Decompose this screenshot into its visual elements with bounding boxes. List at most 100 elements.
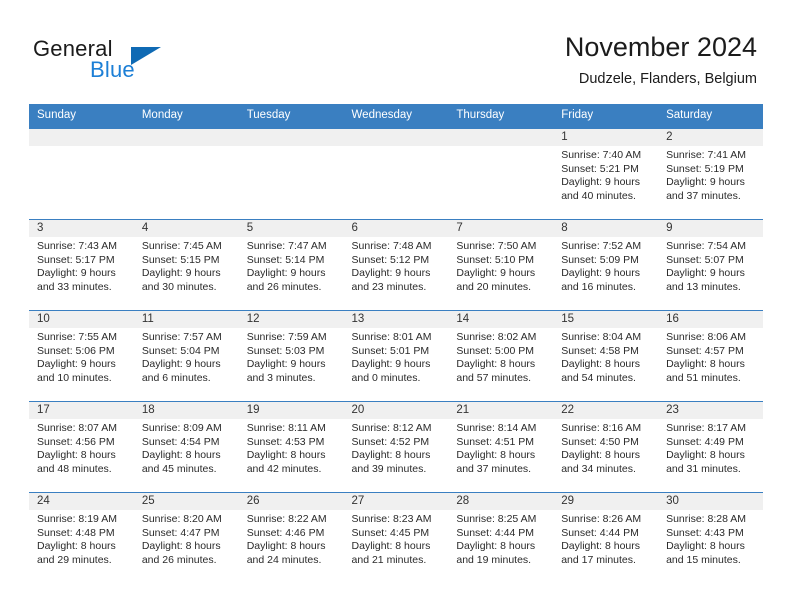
day-cell-details: Sunrise: 8:19 AM Sunset: 4:48 PM Daylight:… [29, 510, 134, 567]
day-cell-inner [448, 129, 554, 219]
day-number [343, 129, 449, 146]
calendar-day-cell-empty [448, 128, 554, 220]
calendar-day-cell[interactable]: 16 Sunrise: 8:06 AM Sunset: 4:57 PM Dayligh… [658, 310, 763, 402]
calendar-day-cell[interactable]: 6 Sunrise: 7:48 AM Sunset: 5:12 PM Daylight… [343, 219, 449, 311]
sunset-text: Sunset: 5:17 PM [37, 253, 115, 266]
day-number: 24 [29, 493, 134, 510]
calendar-table: Sunday Monday Tuesday Wednesday Thursday Frid… [29, 104, 763, 583]
calendar-day-cell[interactable]: 24 Sunrise: 8:19 AM Sunset: 4:48 PM Dayligh… [29, 492, 134, 583]
day-number: 25 [133, 493, 239, 510]
sunset-text: Sunset: 5:15 PM [141, 253, 220, 266]
sunset-text: Sunset: 5:10 PM [456, 253, 535, 266]
sunset-text: Sunset: 4:53 PM [246, 435, 325, 448]
day-number: 21 [448, 402, 554, 419]
day-cell-inner [343, 129, 449, 219]
sunrise-text: Sunrise: 8:26 AM [561, 513, 642, 525]
sunrise-text: Sunrise: 8:20 AM [141, 513, 222, 525]
sunset-text: Sunset: 5:09 PM [561, 253, 639, 266]
calendar-day-cell[interactable]: 17 Sunrise: 8:07 AM Sunset: 4:56 PM Dayligh… [29, 401, 134, 493]
day-cell-inner: 27 Sunrise: 8:23 AM Sunset: 4:45 PM Dayligh… [343, 493, 449, 583]
day-cell-details: Sunrise: 8:07 AM Sunset: 4:56 PM Daylight:… [29, 419, 134, 476]
day-cell-inner: 7 Sunrise: 7:50 AM Sunset: 5:10 PM Daylight… [448, 220, 554, 310]
calendar-day-cell-empty [133, 128, 239, 220]
day-cell-inner: 12 Sunrise: 7:59 AM Sunset: 5:03 PM Dayligh… [238, 311, 344, 401]
day-number: 9 [658, 220, 763, 237]
weekday-header-wednesday: Wednesday [343, 104, 449, 129]
calendar-day-cell[interactable]: 28 Sunrise: 8:25 AM Sunset: 4:44 PM Dayligh… [448, 492, 554, 583]
calendar-day-cell[interactable]: 9 Sunrise: 7:54 AM Sunset: 5:07 PM Daylight… [658, 219, 763, 311]
calendar-day-cell[interactable]: 4 Sunrise: 7:45 AM Sunset: 5:15 PM Daylight… [133, 219, 239, 311]
day-number: 4 [133, 220, 239, 237]
title-block: November 2024 Dudzele, Flanders, Belgium [565, 30, 757, 88]
day-cell-inner: 19 Sunrise: 8:11 AM Sunset: 4:53 PM Dayligh… [238, 402, 344, 492]
sunset-text: Sunset: 5:04 PM [141, 344, 220, 357]
calendar-day-cell[interactable]: 11 Sunrise: 7:57 AM Sunset: 5:04 PM Dayligh… [133, 310, 239, 402]
daylight-text: Daylight: 9 hours and 3 minutes. [246, 358, 326, 384]
day-cell-inner: 16 Sunrise: 8:06 AM Sunset: 4:57 PM Dayligh… [658, 311, 763, 401]
calendar-day-cell[interactable]: 15 Sunrise: 8:04 AM Sunset: 4:58 PM Dayligh… [553, 310, 659, 402]
calendar-day-cell[interactable]: 13 Sunrise: 8:01 AM Sunset: 5:01 PM Dayligh… [343, 310, 449, 402]
calendar-page: General Blue November 2024 Dudzele, Flan… [0, 0, 792, 612]
day-cell-inner: 24 Sunrise: 8:19 AM Sunset: 4:48 PM Dayligh… [29, 493, 134, 583]
day-cell-details [29, 146, 134, 149]
calendar-day-cell[interactable]: 21 Sunrise: 8:14 AM Sunset: 4:51 PM Dayligh… [448, 401, 554, 493]
calendar-day-cell[interactable]: 20 Sunrise: 8:12 AM Sunset: 4:52 PM Dayligh… [343, 401, 449, 493]
calendar-day-cell[interactable]: 2 Sunrise: 7:41 AM Sunset: 5:19 PM Daylight… [658, 128, 763, 220]
calendar-day-cell[interactable]: 3 Sunrise: 7:43 AM Sunset: 5:17 PM Daylight… [29, 219, 134, 311]
weekday-header-sunday: Sunday [29, 104, 134, 129]
day-cell-details: Sunrise: 8:09 AM Sunset: 4:54 PM Daylight:… [134, 419, 239, 476]
day-cell-inner: 17 Sunrise: 8:07 AM Sunset: 4:56 PM Dayligh… [29, 402, 134, 492]
day-cell-details: Sunrise: 7:40 AM Sunset: 5:21 PM Daylight:… [553, 146, 658, 203]
calendar-day-cell[interactable]: 5 Sunrise: 7:47 AM Sunset: 5:14 PM Daylight… [238, 219, 344, 311]
day-cell-details: Sunrise: 8:16 AM Sunset: 4:50 PM Daylight:… [553, 419, 658, 476]
daylight-text: Daylight: 9 hours and 16 minutes. [561, 267, 641, 293]
day-number: 28 [448, 493, 554, 510]
weekday-header-thursday: Thursday [448, 104, 554, 129]
calendar-day-cell[interactable]: 18 Sunrise: 8:09 AM Sunset: 4:54 PM Dayligh… [133, 401, 239, 493]
calendar-day-cell[interactable]: 10 Sunrise: 7:55 AM Sunset: 5:06 PM Dayligh… [29, 310, 134, 402]
day-number: 11 [133, 311, 239, 328]
general-blue-logo[interactable]: General Blue [33, 36, 233, 86]
sunset-text: Sunset: 4:57 PM [666, 344, 744, 357]
calendar-day-cell[interactable]: 29 Sunrise: 8:26 AM Sunset: 4:44 PM Dayligh… [553, 492, 659, 583]
day-number: 30 [658, 493, 763, 510]
daylight-text: Daylight: 8 hours and 31 minutes. [666, 449, 745, 475]
calendar-day-cell[interactable]: 26 Sunrise: 8:22 AM Sunset: 4:46 PM Dayligh… [238, 492, 344, 583]
calendar-day-cell[interactable]: 27 Sunrise: 8:23 AM Sunset: 4:45 PM Dayligh… [343, 492, 449, 583]
calendar-day-cell[interactable]: 25 Sunrise: 8:20 AM Sunset: 4:47 PM Dayligh… [133, 492, 239, 583]
daylight-text: Daylight: 8 hours and 48 minutes. [37, 449, 116, 475]
sunrise-text: Sunrise: 8:04 AM [561, 331, 642, 343]
day-cell-inner: 10 Sunrise: 7:55 AM Sunset: 5:06 PM Dayligh… [29, 311, 134, 401]
day-number: 7 [448, 220, 554, 237]
day-cell-inner: 9 Sunrise: 7:54 AM Sunset: 5:07 PM Daylight… [658, 220, 763, 310]
daylight-text: Daylight: 9 hours and 33 minutes. [37, 267, 116, 293]
daylight-text: Daylight: 8 hours and 57 minutes. [456, 358, 536, 384]
day-cell-details: Sunrise: 8:02 AM Sunset: 5:00 PM Daylight:… [448, 328, 553, 385]
daylight-text: Daylight: 9 hours and 40 minutes. [561, 176, 641, 202]
day-cell-inner: 13 Sunrise: 8:01 AM Sunset: 5:01 PM Dayligh… [343, 311, 449, 401]
calendar-body: 1 Sunrise: 7:40 AM Sunset: 5:21 PM Daylight… [29, 128, 763, 583]
day-cell-inner [133, 129, 239, 219]
calendar-day-cell[interactable]: 8 Sunrise: 7:52 AM Sunset: 5:09 PM Daylight… [553, 219, 659, 311]
weekday-header-tuesday: Tuesday [238, 104, 344, 129]
calendar-day-cell-empty [238, 128, 344, 220]
calendar-day-cell[interactable]: 22 Sunrise: 8:16 AM Sunset: 4:50 PM Dayligh… [553, 401, 659, 493]
sunset-text: Sunset: 5:14 PM [246, 253, 325, 266]
calendar-day-cell[interactable]: 7 Sunrise: 7:50 AM Sunset: 5:10 PM Daylight… [448, 219, 554, 311]
calendar-day-cell[interactable]: 23 Sunrise: 8:17 AM Sunset: 4:49 PM Dayligh… [658, 401, 763, 493]
calendar-header-row: Sunday Monday Tuesday Wednesday Thursday Frid… [29, 104, 763, 129]
sunrise-text: Sunrise: 8:17 AM [666, 422, 747, 434]
calendar-day-cell[interactable]: 19 Sunrise: 8:11 AM Sunset: 4:53 PM Dayligh… [238, 401, 344, 493]
sunset-text: Sunset: 5:19 PM [666, 162, 744, 175]
calendar-day-cell[interactable]: 12 Sunrise: 7:59 AM Sunset: 5:03 PM Dayligh… [238, 310, 344, 402]
day-cell-inner: 3 Sunrise: 7:43 AM Sunset: 5:17 PM Daylight… [29, 220, 134, 310]
calendar-day-cell[interactable]: 30 Sunrise: 8:28 AM Sunset: 4:43 PM Dayligh… [658, 492, 763, 583]
day-cell-inner: 4 Sunrise: 7:45 AM Sunset: 5:15 PM Daylight… [133, 220, 239, 310]
sunset-text: Sunset: 4:51 PM [456, 435, 535, 448]
calendar-day-cell[interactable]: 14 Sunrise: 8:02 AM Sunset: 5:00 PM Dayligh… [448, 310, 554, 402]
daylight-text: Daylight: 9 hours and 23 minutes. [351, 267, 431, 293]
sunrise-text: Sunrise: 7:40 AM [561, 149, 642, 161]
sunset-text: Sunset: 4:46 PM [246, 526, 325, 539]
calendar-day-cell[interactable]: 1 Sunrise: 7:40 AM Sunset: 5:21 PM Daylight… [553, 128, 659, 220]
day-cell-details: Sunrise: 8:04 AM Sunset: 4:58 PM Daylight:… [553, 328, 658, 385]
